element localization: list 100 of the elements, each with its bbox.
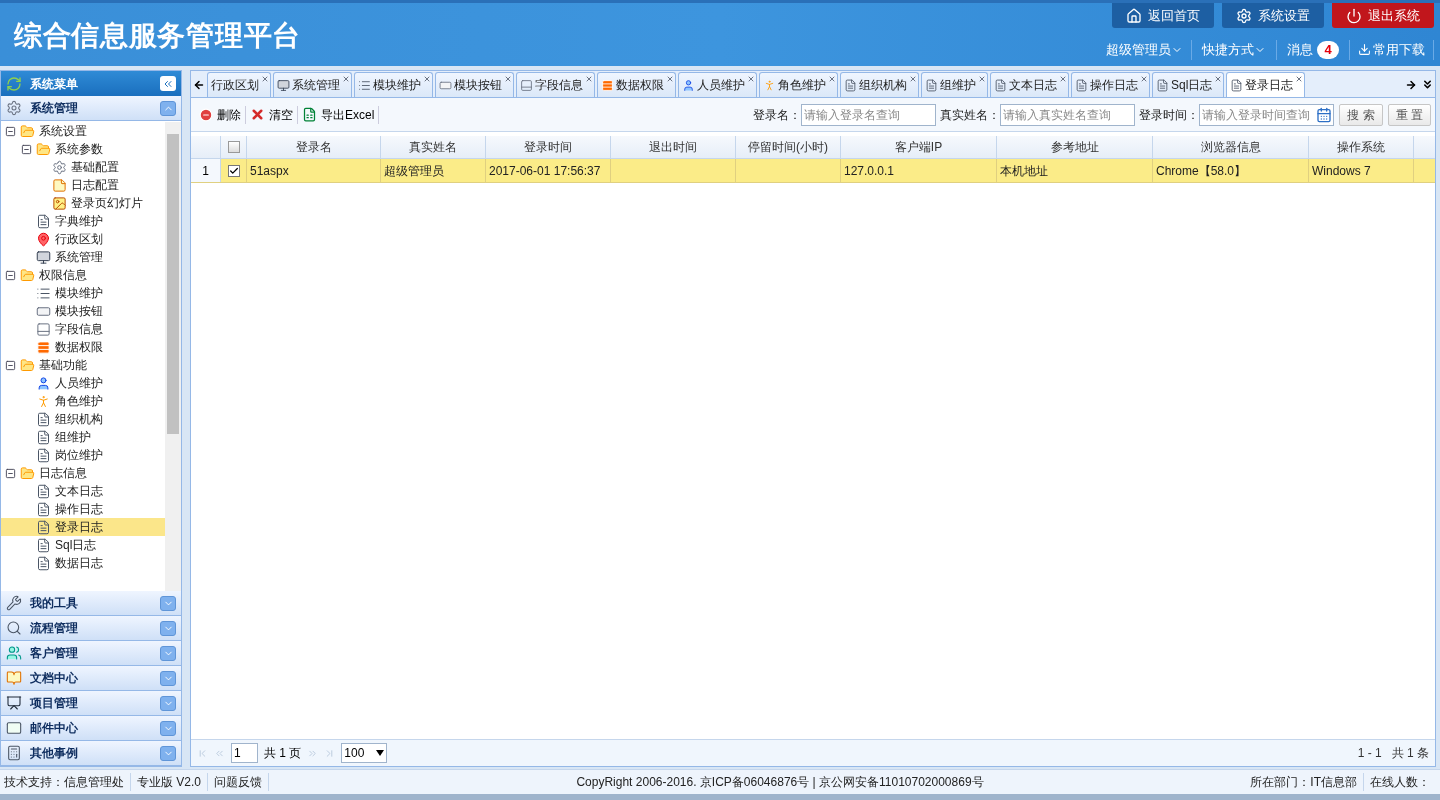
filter-button[interactable]: 重 置 xyxy=(1387,103,1431,126)
tab[interactable]: 角色维护 xyxy=(759,72,838,97)
calendar-icon[interactable] xyxy=(1316,106,1333,123)
tree-item[interactable]: 岗位维护 xyxy=(1,446,165,464)
messages-link[interactable]: 消息 xyxy=(1287,40,1313,60)
tree-item[interactable]: 系统参数 xyxy=(1,140,165,158)
collapse-icon[interactable] xyxy=(5,359,16,371)
tab[interactable]: 登录日志 xyxy=(1226,72,1306,97)
close-icon[interactable] xyxy=(423,75,431,83)
accordion-toggle[interactable] xyxy=(160,670,176,686)
accordion-header[interactable]: 项目管理 xyxy=(1,691,181,716)
collapse-icon[interactable] xyxy=(5,467,16,479)
accordion-header[interactable]: 其他事例 xyxy=(1,741,181,766)
tab[interactable]: 人员维护 xyxy=(678,72,757,97)
tree-item[interactable]: 角色维护 xyxy=(1,392,165,410)
column-header[interactable]: 退出时间 xyxy=(611,136,736,158)
tree-item[interactable]: 日志信息 xyxy=(1,464,165,482)
accordion-header[interactable]: 我的工具 xyxy=(1,591,181,616)
tab[interactable]: 组织机构 xyxy=(840,72,919,97)
close-icon[interactable] xyxy=(504,75,512,83)
tree-item[interactable]: 模块按钮 xyxy=(1,302,165,320)
status-text[interactable]: 问题反馈 xyxy=(208,773,270,791)
tree-item[interactable]: 行政区划 xyxy=(1,230,165,248)
accordion-toggle[interactable] xyxy=(160,695,176,711)
close-icon[interactable] xyxy=(1214,75,1223,83)
tree-item[interactable]: Sql日志 xyxy=(1,536,165,554)
tab[interactable]: 模块维护 xyxy=(354,72,433,97)
tab[interactable]: 组维护 xyxy=(921,72,988,97)
filter-button[interactable]: 搜 索 xyxy=(1339,103,1383,126)
tree-item[interactable]: 数据权限 xyxy=(1,338,165,356)
header-button[interactable]: 系统设置 xyxy=(1222,3,1324,28)
row-checkbox[interactable] xyxy=(227,164,240,177)
toolbar-button[interactable]: 删除 xyxy=(195,105,246,124)
tree-item[interactable]: 基础功能 xyxy=(1,356,165,374)
column-header[interactable]: 浏览器信息 xyxy=(1153,136,1309,158)
close-icon[interactable] xyxy=(909,75,917,83)
accordion-toggle[interactable] xyxy=(160,100,176,116)
tab[interactable]: 操作日志 xyxy=(1071,72,1150,97)
tab[interactable]: 数据权限 xyxy=(597,72,676,97)
page-number-field[interactable]: 1 xyxy=(231,743,258,763)
collapse-icon[interactable] xyxy=(21,143,32,155)
accordion-header[interactable]: 流程管理 xyxy=(1,616,181,641)
close-icon[interactable] xyxy=(585,75,593,83)
collapse-icon[interactable] xyxy=(5,269,16,281)
column-header[interactable]: 客户端IP xyxy=(841,136,997,158)
tree-item[interactable]: 基础配置 xyxy=(1,158,165,176)
column-header[interactable]: 参考地址 xyxy=(997,136,1153,158)
table-row[interactable]: 1 51aspx 超级管理员 2017-06-01 17:56:37 127.0.0.1 本机地址 Chrome【58.0】 Windows 7 xyxy=(191,159,1435,183)
tree-item[interactable]: 系统设置 xyxy=(1,122,165,140)
tree-item[interactable]: 人员维护 xyxy=(1,374,165,392)
close-icon[interactable] xyxy=(1295,75,1304,83)
accordion-header[interactable]: 邮件中心 xyxy=(1,716,181,741)
tree-item[interactable]: 字典维护 xyxy=(1,212,165,230)
tree-item[interactable]: 登录日志 xyxy=(1,518,165,536)
tree-item[interactable]: 模块维护 xyxy=(1,284,165,302)
column-header[interactable]: 真实姓名 xyxy=(381,136,486,158)
filter-field[interactable]: 请输入登录时间查询 xyxy=(1199,103,1335,126)
header-button[interactable]: 返回首页 xyxy=(1112,3,1214,28)
tree-item[interactable]: 权限信息 xyxy=(1,266,165,284)
close-icon[interactable] xyxy=(978,75,986,83)
accordion-header[interactable]: 文档中心 xyxy=(1,666,181,691)
toolbar-button[interactable]: 导出Excel xyxy=(298,105,380,124)
tab[interactable]: 行政区划 xyxy=(207,72,271,97)
accordion-header[interactable]: 系统管理 xyxy=(1,96,181,121)
column-header[interactable]: 操作系统 xyxy=(1309,136,1414,158)
accordion-toggle[interactable] xyxy=(160,720,176,736)
tab[interactable]: 字段信息 xyxy=(516,72,595,97)
scrollbar[interactable] xyxy=(165,122,181,591)
accordion-toggle[interactable] xyxy=(160,645,176,661)
tree-item[interactable]: 组维护 xyxy=(1,428,165,446)
accordion-toggle[interactable] xyxy=(160,620,176,636)
user-menu[interactable]: 超级管理员 xyxy=(1098,40,1192,60)
close-icon[interactable] xyxy=(828,75,836,83)
select-all-checkbox[interactable] xyxy=(227,141,240,153)
filter-field[interactable]: 请输入真实姓名查询 xyxy=(1000,103,1136,126)
downloads-link[interactable]: 常用下载 xyxy=(1350,40,1434,60)
tree-item[interactable]: 操作日志 xyxy=(1,500,165,518)
close-icon[interactable] xyxy=(261,75,269,83)
tab[interactable]: 文本日志 xyxy=(990,72,1069,97)
tree-item[interactable]: 字段信息 xyxy=(1,320,165,338)
close-icon[interactable] xyxy=(342,75,350,83)
tree-item[interactable]: 登录页幻灯片 xyxy=(1,194,165,212)
column-header[interactable]: 登录时间 xyxy=(486,136,611,158)
column-header[interactable]: 登录名 xyxy=(247,136,381,158)
tab[interactable]: 模块按钮 xyxy=(435,72,514,97)
tree-item[interactable]: 系统管理 xyxy=(1,248,165,266)
accordion-toggle[interactable] xyxy=(160,745,176,761)
tree-item[interactable]: 文本日志 xyxy=(1,482,165,500)
close-icon[interactable] xyxy=(747,75,755,83)
filter-field[interactable]: 请输入登录名查询 xyxy=(801,103,937,126)
collapse-sidebar-button[interactable] xyxy=(160,76,176,91)
tree-item[interactable]: 组织机构 xyxy=(1,410,165,428)
tab[interactable]: 系统管理 xyxy=(273,72,352,97)
close-icon[interactable] xyxy=(1140,75,1148,83)
page-size-select[interactable]: 100 xyxy=(341,743,388,763)
accordion-header[interactable]: 客户管理 xyxy=(1,641,181,666)
tree-item[interactable]: 日志配置 xyxy=(1,176,165,194)
shortcuts-menu[interactable]: 快捷方式 xyxy=(1192,40,1277,60)
collapse-icon[interactable] xyxy=(5,125,16,137)
toolbar-button[interactable]: 清空 xyxy=(246,105,298,124)
